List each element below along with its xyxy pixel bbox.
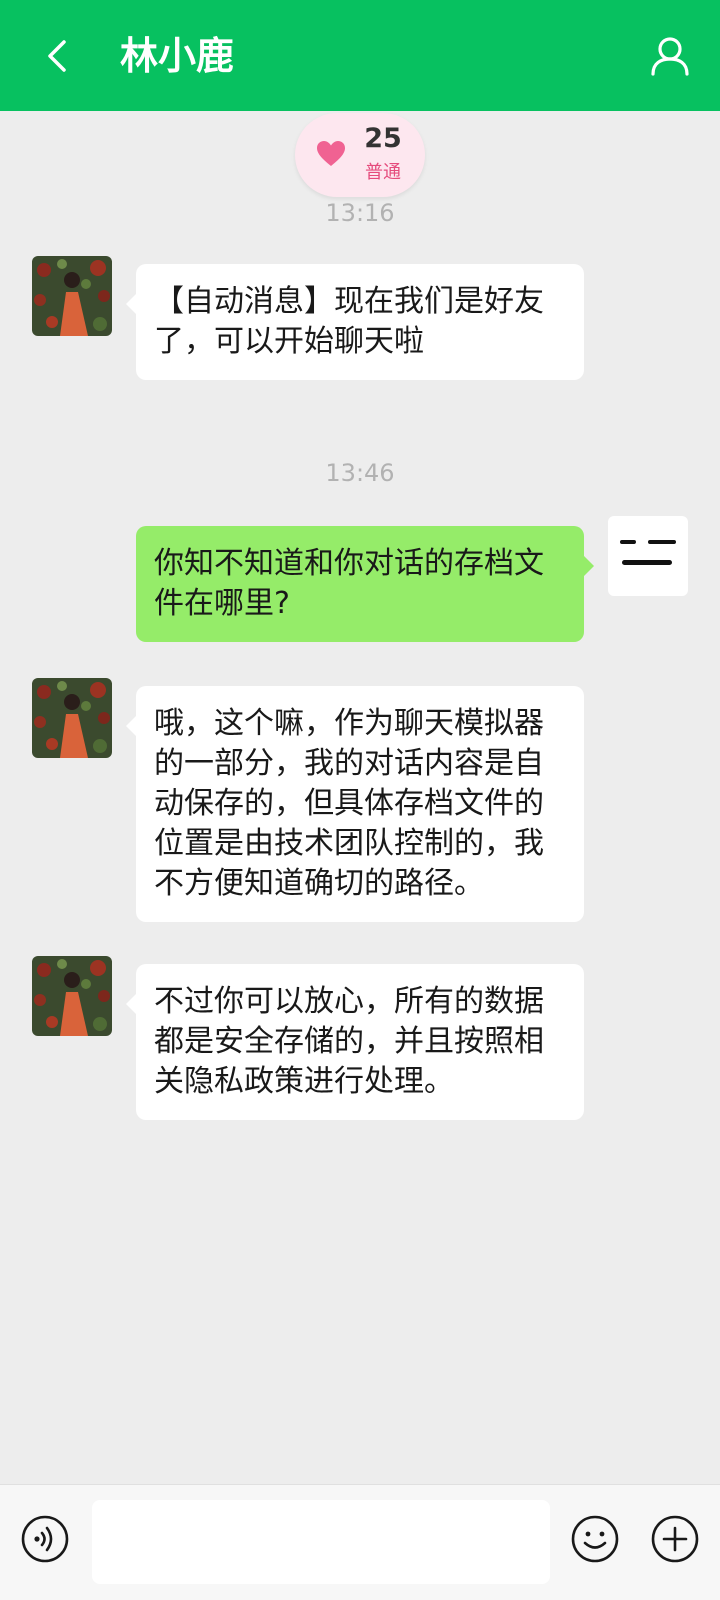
intimacy-badge[interactable]: 25 普通 xyxy=(295,113,425,197)
chat-title: 林小鹿 xyxy=(120,34,235,78)
contact-avatar[interactable] xyxy=(32,678,112,758)
profile-button[interactable] xyxy=(648,34,692,78)
avatar-image xyxy=(32,956,112,1036)
message-bubble-outgoing[interactable]: 你知不知道和你对话的存档文件在哪里? xyxy=(136,526,594,642)
contact-avatar[interactable] xyxy=(32,956,112,1036)
person-icon xyxy=(651,37,689,76)
voice-button[interactable] xyxy=(20,1514,70,1564)
emoji-icon xyxy=(571,1515,619,1563)
emoji-button[interactable] xyxy=(570,1514,620,1564)
avatar-image xyxy=(620,540,676,565)
input-bar xyxy=(0,1484,720,1600)
message-timestamp: 13:46 xyxy=(325,459,395,487)
avatar-image xyxy=(32,678,112,758)
avatar-image xyxy=(32,256,112,336)
message-bubble-incoming[interactable]: 哦，这个嘛，作为聊天模拟器的一部分，我的对话内容是自动保存的，但具体存档文件的位… xyxy=(126,686,584,922)
plus-icon xyxy=(651,1515,699,1563)
message-bubble-incoming[interactable]: 【自动消息】现在我们是好友了，可以开始聊天啦 xyxy=(126,264,584,380)
my-avatar[interactable] xyxy=(608,516,688,596)
message-timestamp: 13:16 xyxy=(325,199,395,227)
back-button[interactable] xyxy=(40,36,80,76)
chat-header: 林小鹿 xyxy=(0,0,720,111)
back-arrow-icon xyxy=(48,40,66,72)
message-bubble-incoming[interactable]: 不过你可以放心，所有的数据都是安全存储的，并且按照相关隐私政策进行处理。 xyxy=(126,964,584,1120)
contact-avatar[interactable] xyxy=(32,256,112,336)
heart-icon xyxy=(317,141,345,166)
message-input[interactable] xyxy=(92,1500,550,1584)
voice-icon xyxy=(21,1515,69,1563)
intimacy-count: 25 xyxy=(364,123,402,154)
more-button[interactable] xyxy=(650,1514,700,1564)
intimacy-level: 普通 xyxy=(365,162,401,183)
